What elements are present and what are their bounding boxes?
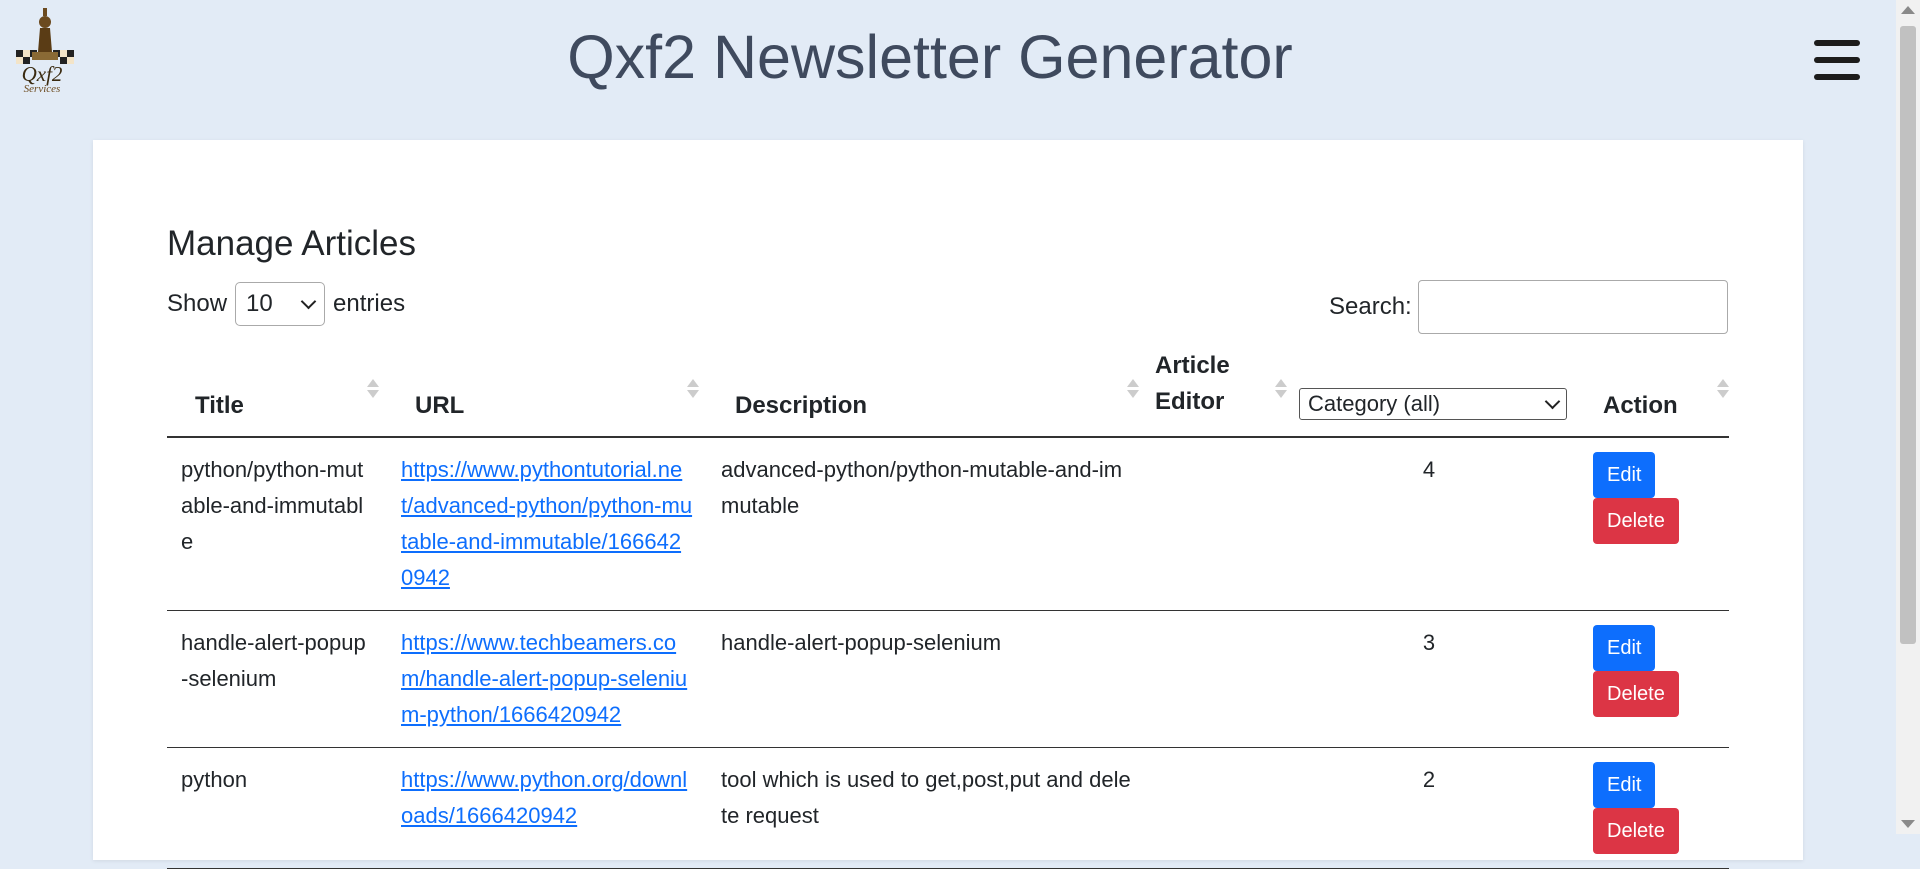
cell-editor bbox=[1147, 747, 1279, 869]
app-title: Qxf2 Newsletter Generator bbox=[567, 23, 1293, 91]
cell-description: handle-alert-popup-selenium bbox=[707, 610, 1147, 748]
cell-url: https://www.techbeamers.com/handle-alert… bbox=[387, 610, 707, 748]
sort-icon bbox=[687, 379, 699, 398]
category-filter-value: Category (all) bbox=[1308, 391, 1441, 416]
cell-category: 2 bbox=[1279, 747, 1579, 869]
entries-length-control: Show 10 entries bbox=[167, 282, 405, 326]
hamburger-menu-icon[interactable] bbox=[1814, 40, 1860, 82]
cell-category: 3 bbox=[1279, 610, 1579, 748]
article-link[interactable]: https://www.techbeamers.com/handle-alert… bbox=[401, 630, 687, 727]
th-description[interactable]: Description bbox=[707, 348, 1147, 438]
chevron-down-icon bbox=[1544, 393, 1561, 409]
chevron-down-icon bbox=[300, 293, 317, 309]
delete-button[interactable]: Delete bbox=[1593, 808, 1679, 854]
scroll-down-icon[interactable] bbox=[1901, 820, 1915, 828]
search-input[interactable] bbox=[1417, 280, 1728, 334]
scroll-thumb[interactable] bbox=[1900, 26, 1916, 644]
edit-button[interactable]: Edit bbox=[1593, 762, 1656, 808]
table-header-row: Title URL Description Article Editor Cate… bbox=[167, 348, 1729, 438]
page-scrollbar[interactable] bbox=[1896, 0, 1920, 834]
main-card: Manage Articles Show 10 entries Search: … bbox=[93, 140, 1803, 869]
sort-icon bbox=[367, 379, 379, 398]
scroll-up-icon[interactable] bbox=[1901, 6, 1915, 14]
table-row: python/python-mutable-and-immutable http… bbox=[167, 437, 1729, 611]
search-label: Search: bbox=[1329, 293, 1412, 320]
cell-actions: Edit Delete bbox=[1579, 747, 1729, 869]
entries-value: 10 bbox=[246, 290, 273, 317]
cell-description: advanced-python/python-mutable-and-immut… bbox=[707, 437, 1147, 611]
search-control: Search: bbox=[1329, 280, 1728, 334]
table-row: handle-alert-popup-selenium https://www.… bbox=[167, 610, 1729, 748]
page-heading: Manage Articles bbox=[167, 224, 417, 263]
sort-icon bbox=[1717, 379, 1729, 398]
cell-title: python bbox=[167, 747, 387, 869]
cell-url: https://www.python.org/downloads/1666420… bbox=[387, 747, 707, 869]
th-action[interactable]: Action bbox=[1579, 348, 1729, 438]
cell-editor bbox=[1147, 437, 1279, 611]
entries-label: entries bbox=[333, 290, 406, 317]
article-link[interactable]: https://www.pythontutorial.net/advanced-… bbox=[401, 457, 692, 590]
cell-title: python/python-mutable-and-immutable bbox=[167, 437, 387, 611]
delete-button[interactable]: Delete bbox=[1593, 498, 1679, 544]
cell-description: tool which is used to get,post,put and d… bbox=[707, 747, 1147, 869]
cell-url: https://www.pythontutorial.net/advanced-… bbox=[387, 437, 707, 611]
cell-actions: Edit Delete bbox=[1579, 610, 1729, 748]
cell-editor bbox=[1147, 610, 1279, 748]
th-category: Category (all) bbox=[1279, 348, 1579, 438]
sort-icon bbox=[1127, 379, 1139, 398]
category-filter-select[interactable]: Category (all) bbox=[1299, 388, 1567, 420]
cell-title: handle-alert-popup-selenium bbox=[167, 610, 387, 748]
entries-select[interactable]: 10 bbox=[235, 282, 326, 326]
show-label: Show bbox=[167, 290, 228, 317]
th-article-editor[interactable]: Article Editor bbox=[1147, 348, 1287, 438]
edit-button[interactable]: Edit bbox=[1593, 625, 1656, 671]
th-url[interactable]: URL bbox=[387, 348, 707, 438]
table-row: python https://www.python.org/downloads/… bbox=[167, 747, 1729, 869]
cell-actions: Edit Delete bbox=[1579, 437, 1729, 611]
delete-button[interactable]: Delete bbox=[1593, 671, 1679, 717]
edit-button[interactable]: Edit bbox=[1593, 452, 1656, 498]
articles-table: Title URL Description Article Editor Cate… bbox=[167, 348, 1729, 869]
th-title[interactable]: Title bbox=[167, 348, 387, 438]
cell-category: 4 bbox=[1279, 437, 1579, 611]
article-link[interactable]: https://www.python.org/downloads/1666420… bbox=[401, 767, 687, 828]
